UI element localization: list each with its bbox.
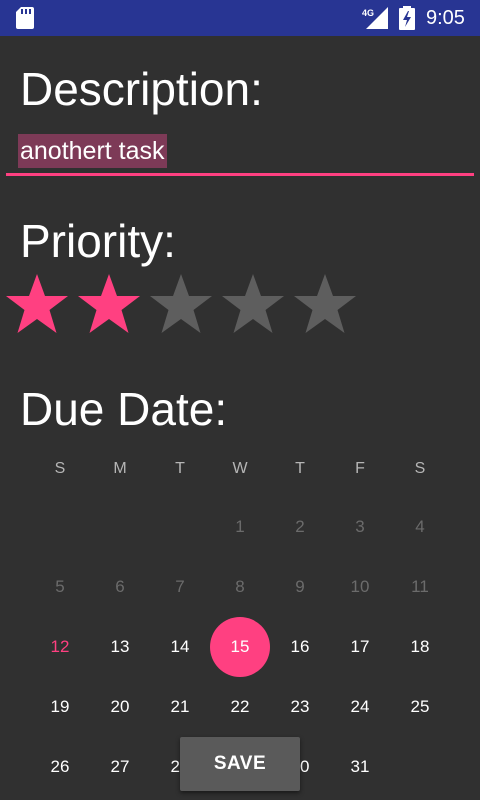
priority-star-1[interactable]: [4, 272, 70, 338]
calendar-day-number: 19: [50, 697, 70, 716]
star-icon: [78, 274, 140, 333]
save-button[interactable]: SAVE: [180, 737, 300, 791]
calendar-day[interactable]: 31: [330, 737, 390, 797]
calendar-day-number: 9: [295, 577, 305, 596]
calendar-day-number: 17: [350, 637, 370, 656]
status-clock: 9:05: [426, 7, 465, 29]
calendar-day: 10: [330, 557, 390, 617]
calendar-day[interactable]: 16: [270, 617, 330, 677]
priority-label: Priority:: [20, 215, 176, 267]
weekday-header: T: [295, 460, 305, 477]
calendar-day-number: 11: [411, 577, 429, 596]
calendar-day-number: 22: [230, 697, 250, 716]
calendar-day[interactable]: 15: [210, 617, 270, 677]
calendar-day[interactable]: 20: [90, 677, 150, 737]
calendar-day[interactable]: 25: [390, 677, 450, 737]
calendar-day-number: 18: [410, 637, 430, 656]
calendar-day: 3: [330, 497, 390, 557]
calendar-day-number: 14: [170, 637, 190, 656]
calendar-day: 11: [390, 557, 450, 617]
calendar-day-number: 16: [290, 637, 310, 656]
calendar-day[interactable]: 14: [150, 617, 210, 677]
star-icon: [222, 274, 284, 333]
calendar-day[interactable]: 19: [30, 677, 90, 737]
calendar-day[interactable]: 21: [150, 677, 210, 737]
calendar-day-number: 15: [230, 637, 250, 656]
calendar-day: 2: [270, 497, 330, 557]
priority-star-4[interactable]: [220, 272, 286, 338]
calendar-day: 7: [150, 557, 210, 617]
calendar-day-number: 20: [110, 697, 130, 716]
star-icon: [6, 274, 68, 333]
battery-charging-icon: [399, 6, 415, 30]
calendar-day[interactable]: 13: [90, 617, 150, 677]
calendar-day-number: 13: [110, 637, 130, 656]
weekday-header: S: [54, 460, 66, 477]
calendar-day-number: 3: [355, 517, 365, 536]
calendar-day[interactable]: 18: [390, 617, 450, 677]
calendar-day-number: 31: [350, 757, 370, 776]
calendar-day-number: 6: [115, 577, 125, 596]
priority-rating-bar[interactable]: [4, 272, 364, 340]
calendar-day[interactable]: 17: [330, 617, 390, 677]
star-icon: [150, 274, 212, 333]
calendar-day-number: 27: [110, 757, 130, 776]
priority-star-5[interactable]: [292, 272, 358, 338]
calendar-day-number: 5: [55, 577, 65, 596]
calendar-day-number: 4: [415, 517, 425, 536]
weekday-header: F: [355, 460, 365, 477]
priority-star-3[interactable]: [148, 272, 214, 338]
network-type-label: 4G: [362, 8, 374, 18]
description-value[interactable]: anothert task: [18, 134, 167, 168]
calendar-day-number: 12: [50, 637, 70, 656]
sd-card-icon: [16, 7, 34, 29]
calendar-day-number: 2: [295, 517, 305, 536]
description-field[interactable]: anothert task: [6, 132, 474, 176]
calendar-day-number: 10: [350, 577, 370, 596]
calendar-day: 1: [210, 497, 270, 557]
description-label: Description:: [20, 63, 263, 115]
signal-icon: 4G: [362, 7, 388, 29]
calendar-day[interactable]: 12: [30, 617, 90, 677]
calendar-day[interactable]: 24: [330, 677, 390, 737]
calendar-day[interactable]: 22: [210, 677, 270, 737]
calendar-day-number: 7: [175, 577, 185, 596]
calendar-day: 6: [90, 557, 150, 617]
calendar-day[interactable]: 26: [30, 737, 90, 797]
calendar-day-number: 26: [50, 757, 70, 776]
priority-star-2[interactable]: [76, 272, 142, 338]
calendar-day-number: 1: [235, 517, 245, 536]
calendar-day: 5: [30, 557, 90, 617]
weekday-header: T: [175, 460, 185, 477]
calendar-day[interactable]: 27: [90, 737, 150, 797]
calendar-day-number: 23: [290, 697, 310, 716]
calendar-day: 8: [210, 557, 270, 617]
star-icon: [294, 274, 356, 333]
calendar-day-number: 21: [170, 697, 190, 716]
due-date-label: Due Date:: [20, 383, 228, 435]
weekday-header: S: [414, 460, 426, 477]
status-bar: 4G 9:05: [0, 0, 480, 36]
calendar-day: 9: [270, 557, 330, 617]
calendar-day[interactable]: 23: [270, 677, 330, 737]
weekday-header: M: [113, 460, 127, 477]
calendar-day-number: 25: [410, 697, 430, 716]
weekday-header: W: [232, 460, 248, 477]
calendar-day-number: 24: [350, 697, 370, 716]
calendar-day: 4: [390, 497, 450, 557]
calendar-day-number: 8: [235, 577, 245, 596]
